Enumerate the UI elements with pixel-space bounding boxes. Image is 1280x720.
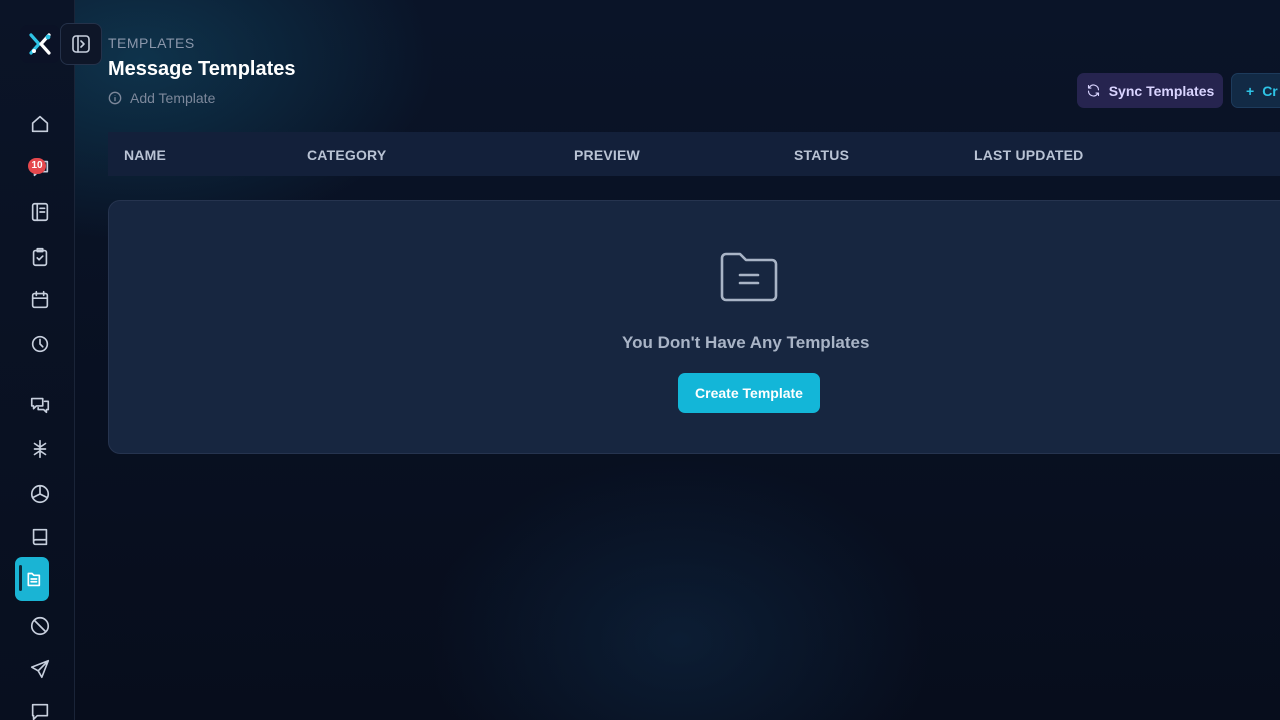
sidebar: 10 (0, 0, 75, 720)
column-header-preview[interactable]: PREVIEW (574, 147, 640, 163)
clock-icon (31, 335, 49, 353)
aperture-icon (30, 484, 50, 504)
empty-state-card (108, 200, 1280, 454)
sidebar-item-home[interactable] (18, 106, 62, 142)
sidebar-item-blocked[interactable] (18, 608, 62, 644)
unread-badge: 10 (28, 158, 46, 174)
sidebar-item-tasks[interactable] (18, 239, 62, 275)
sidebar-item-integrations[interactable] (18, 476, 62, 512)
empty-state-message: You Don't Have Any Templates (622, 333, 870, 352)
column-header-status[interactable]: STATUS (794, 147, 849, 163)
active-indicator (19, 565, 22, 591)
sidebar-item-history[interactable] (18, 326, 62, 362)
brand-logo-icon[interactable] (20, 25, 60, 63)
folder-icon (718, 250, 780, 304)
page-title: Message Templates (108, 58, 296, 80)
create-template-header-label: Cr (1262, 82, 1278, 99)
column-header-name[interactable]: NAME (124, 147, 166, 163)
messages-icon (30, 397, 50, 414)
split-icon (33, 439, 47, 459)
app-window: 10 TEMPLATES Message Templates Add Templ… (0, 0, 1280, 720)
create-template-button[interactable]: Create Template (678, 373, 820, 413)
sidebar-item-chat[interactable] (18, 694, 62, 720)
column-header-category[interactable]: CATEGORY (307, 147, 386, 163)
clipboard-check-icon (32, 247, 48, 267)
sidebar-toggle-button[interactable] (60, 23, 102, 65)
home-icon (31, 115, 49, 133)
notebook-icon (31, 202, 49, 222)
breadcrumb: TEMPLATES (108, 35, 195, 51)
templates-icon (27, 572, 41, 587)
add-template-label: Add Template (130, 90, 216, 106)
plus-icon: + (1246, 82, 1255, 99)
add-template-hint[interactable]: Add Template (108, 89, 215, 107)
sidebar-item-calendar[interactable] (18, 282, 62, 318)
calendar-icon (31, 290, 49, 309)
create-template-header-button[interactable]: + Cr (1231, 73, 1280, 108)
sidebar-item-messages[interactable] (18, 387, 62, 423)
table-header: NAME CATEGORY PREVIEW STATUS LAST UPDATE… (108, 132, 1280, 176)
block-icon (30, 616, 50, 636)
info-icon (108, 91, 122, 105)
sidebar-item-knowledge[interactable] (18, 519, 62, 555)
sidebar-item-flows[interactable] (18, 431, 62, 467)
column-header-last-updated[interactable]: LAST UPDATED (974, 147, 1083, 163)
sidebar-item-notebook[interactable] (18, 194, 62, 230)
sync-templates-label: Sync Templates (1108, 82, 1215, 99)
book-icon (32, 528, 48, 546)
refresh-icon (1087, 84, 1099, 97)
message-square-icon (31, 703, 49, 720)
send-icon (30, 659, 50, 679)
sync-templates-button[interactable]: Sync Templates (1077, 73, 1223, 108)
sidebar-item-broadcast[interactable] (18, 651, 62, 687)
panel-expand-icon (72, 35, 90, 53)
